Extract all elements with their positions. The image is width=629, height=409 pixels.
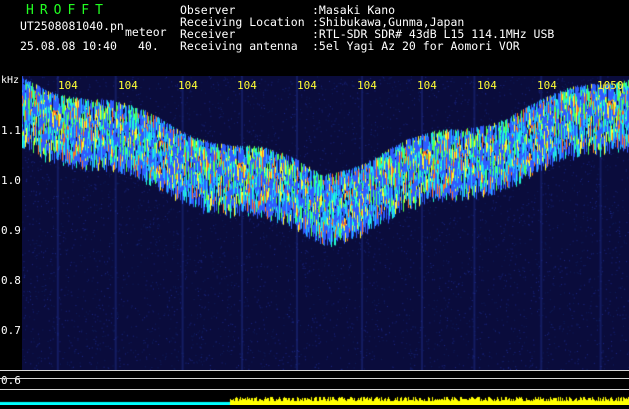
y-tick-0-6: 0.6: [1, 374, 21, 387]
y-unit-label: kHz: [1, 75, 20, 86]
x-tick-5: 104: [297, 79, 317, 92]
brand-title: HROFFT: [26, 3, 109, 18]
x-tick-10: 1050: [597, 79, 624, 92]
separator-line-middle: [0, 378, 629, 379]
x-tick-8: 104: [477, 79, 497, 92]
y-tick-1-1: 1.1: [1, 124, 21, 137]
spectrogram: [22, 76, 629, 370]
spectrogram-canvas: [22, 76, 629, 370]
noise-level-strip: [0, 390, 629, 405]
datetime: 25.08.08 10:40: [20, 39, 117, 53]
separator-line-top: [0, 370, 629, 371]
noise-level-canvas: [0, 395, 629, 405]
y-tick-1-0: 1.0: [1, 174, 21, 187]
x-tick-3: 104: [178, 79, 198, 92]
value-antenna: :5el Yagi Az 20 for Aomori VOR: [312, 39, 520, 53]
header: HROFFT UT2508081040.pn meteor 25.08.08 1…: [0, 0, 629, 76]
y-tick-0-7: 0.7: [1, 324, 21, 337]
x-tick-9: 104: [537, 79, 557, 92]
y-tick-0-9: 0.9: [1, 224, 21, 237]
y-tick-0-8: 0.8: [1, 274, 21, 287]
x-tick-7: 104: [417, 79, 437, 92]
x-tick-2: 104: [118, 79, 138, 92]
x-tick-1: 104: [58, 79, 78, 92]
x-tick-4: 104: [237, 79, 257, 92]
mode-label: meteor: [125, 25, 167, 39]
x-tick-6: 104: [357, 79, 377, 92]
filename: UT2508081040.pn: [20, 19, 124, 33]
label-antenna: Receiving antenna: [180, 39, 298, 53]
count: 40.: [138, 39, 159, 53]
